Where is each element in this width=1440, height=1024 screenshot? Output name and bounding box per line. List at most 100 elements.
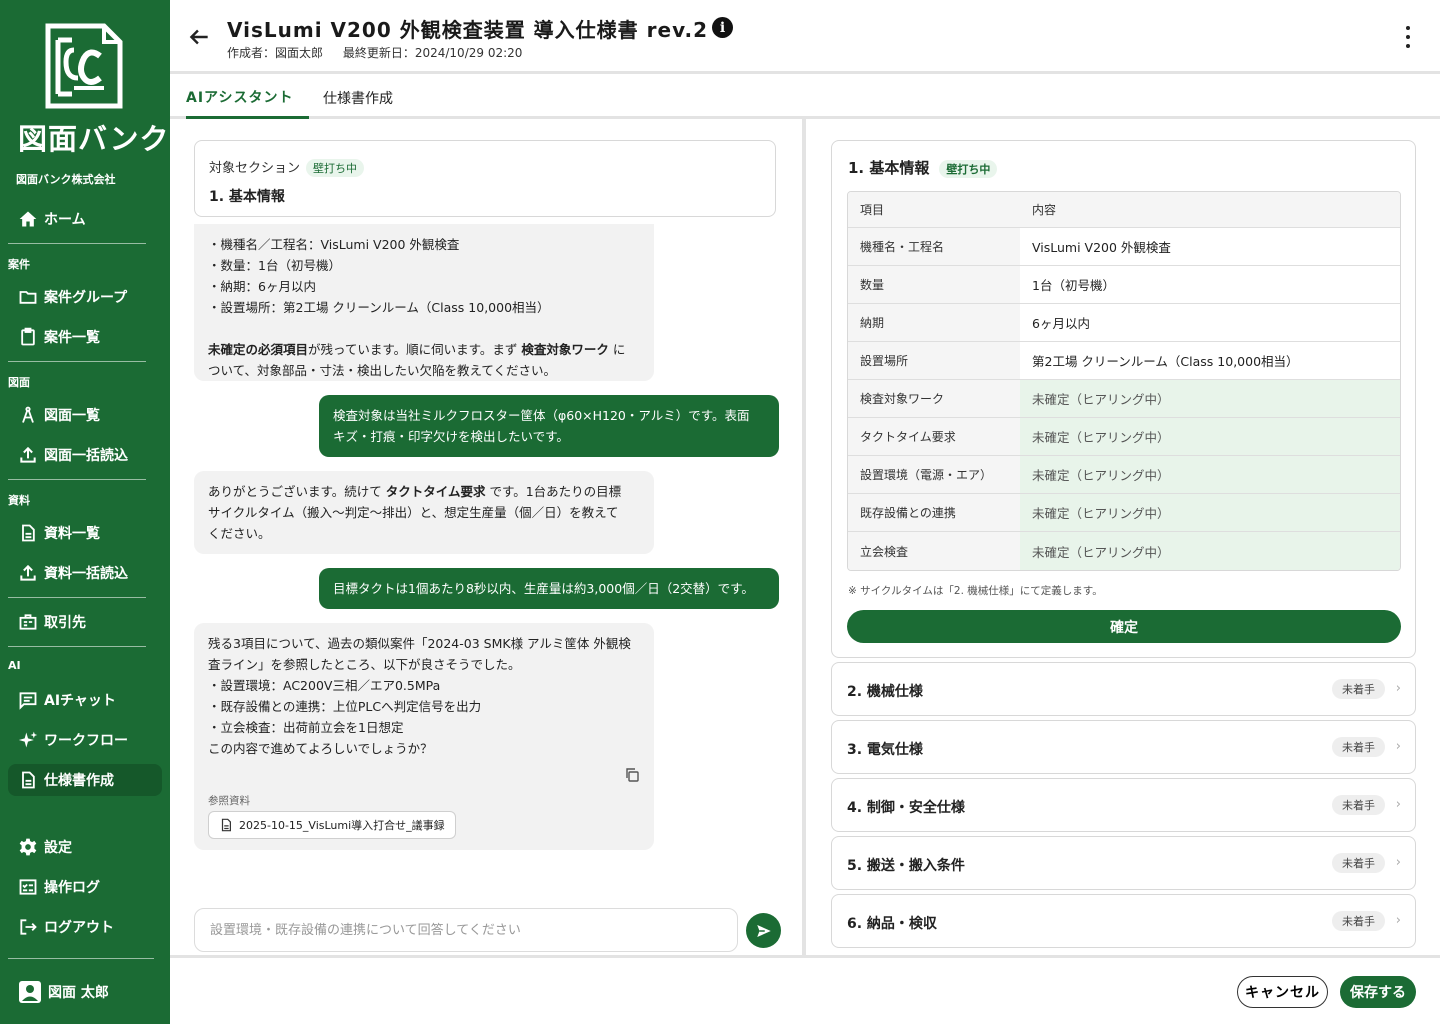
nav-ai-chat-label: AIチャット	[44, 693, 116, 709]
ai-message: 残る3項目について、過去の類似案件「2024-03 SMK様 アルミ筐体 外観検…	[194, 623, 654, 850]
pane-divider	[802, 119, 806, 957]
status-badge: 壁打ち中	[306, 159, 365, 177]
text: ありがとうございます。続けて	[208, 484, 386, 499]
nav-workflow-label: ワークフロー	[44, 733, 128, 749]
status-badge: 未着手	[1332, 795, 1385, 815]
user-menu[interactable]: 図面 太郎	[8, 976, 162, 1008]
table-row[interactable]: 立会検査 未確定（ヒアリング中）	[848, 532, 1400, 570]
message-line: ・設置場所：第2工場 クリーンルーム（Class 10,000相当）	[208, 300, 550, 315]
message-spacer	[208, 318, 640, 339]
row-value-pending: 未確定（ヒアリング中）	[1020, 380, 1400, 418]
section-name: 3. 電気仕様	[847, 742, 923, 758]
clipboard-icon	[18, 327, 38, 347]
nav-spec-create[interactable]: 仕様書作成	[8, 764, 162, 796]
emphasis: 未確定の必須項目	[208, 342, 309, 357]
section-name: 5. 搬送・搬入条件	[847, 858, 965, 874]
chevron-right-icon: ›	[1395, 739, 1401, 754]
spec-section-row[interactable]: 4. 制御・安全仕様 未着手 ›	[831, 778, 1416, 832]
nav-settings-label: 設定	[44, 840, 72, 856]
nav-workflow[interactable]: ワークフロー	[8, 724, 162, 756]
text: です。1台あたりの目標	[485, 484, 622, 499]
nav-project-list[interactable]: 案件一覧	[8, 321, 162, 353]
file-icon	[221, 818, 231, 832]
nav-project-groups-label: 案件グループ	[44, 290, 128, 306]
kebab-dot-icon	[1406, 44, 1410, 48]
spec-section-row[interactable]: 3. 電気仕様 未着手 ›	[831, 720, 1416, 774]
row-key: 納期	[848, 304, 1020, 342]
text: に	[608, 342, 626, 357]
spec-section-card: 1. 基本情報 壁打ち中 項目 内容 機種名・工程名 VisLumi V200 外観…	[831, 140, 1416, 658]
row-key: 設置場所	[848, 342, 1020, 380]
sparkle-icon	[18, 730, 38, 750]
back-button[interactable]	[186, 24, 212, 50]
table-header-row: 項目 内容	[848, 192, 1400, 228]
nav-material-bulk[interactable]: 資料一括読込	[8, 557, 162, 589]
arrow-left-icon	[189, 29, 208, 45]
nav-partners[interactable]: 取引先	[8, 606, 162, 638]
table-row[interactable]: 設置環境（電源・エア） 未確定（ヒアリング中）	[848, 456, 1400, 494]
nav-material-list-label: 資料一覧	[44, 526, 100, 542]
table-row[interactable]: 数量 1台（初号機）	[848, 266, 1400, 304]
nav-logout[interactable]: ログアウト	[8, 911, 162, 943]
nav-drawing-bulk-label: 図面一括読込	[44, 448, 128, 464]
column-header-content: 内容	[1020, 192, 1400, 228]
kebab-dot-icon	[1406, 35, 1410, 39]
status-badge: 未着手	[1332, 679, 1385, 699]
cancel-button[interactable]: キャンセル	[1237, 976, 1328, 1008]
spec-section-row[interactable]: 2. 機械仕様 未着手 ›	[831, 662, 1416, 716]
nav-ai-chat[interactable]: AIチャット	[8, 684, 162, 716]
table-row[interactable]: 既存設備との連携 未確定（ヒアリング中）	[848, 494, 1400, 532]
message-line: この内容で進めてよろしいでしょうか？	[208, 741, 433, 756]
row-value: VisLumi V200 外観検査	[1020, 228, 1400, 266]
message-line: 未確定の必須項目が残っています。順に伺います。まず 検査対象ワーク に	[208, 339, 640, 360]
nav-drawing-bulk[interactable]: 図面一括読込	[8, 439, 162, 471]
row-key: 数量	[848, 266, 1020, 304]
message-line: ・機種名／工程名：VisLumi V200 外観検査	[208, 237, 460, 252]
row-value-pending: 未確定（ヒアリング中）	[1020, 456, 1400, 494]
nav-divider	[8, 361, 146, 362]
row-key: 検査対象ワーク	[848, 380, 1020, 418]
spec-section-row[interactable]: 6. 納品・検収 未着手 ›	[831, 894, 1416, 948]
nav-settings[interactable]: 設定	[8, 831, 162, 863]
ai-message: ・機種名／工程名：VisLumi V200 外観検査 ・数量：1台（初号機） ・…	[194, 224, 654, 381]
tab-ai-assistant[interactable]: AIアシスタント	[186, 77, 310, 119]
nav-project-groups[interactable]: 案件グループ	[8, 281, 162, 313]
message-line: ・設置環境：AC200V三相／エア0.5MPa	[208, 678, 441, 693]
send-button[interactable]	[746, 913, 781, 948]
chat-input[interactable]	[194, 908, 738, 952]
logo-text: 図面バンク	[18, 122, 170, 156]
spec-table: 項目 内容 機種名・工程名 VisLumi V200 外観検査 数量 1台（初号機）…	[847, 191, 1401, 571]
table-row[interactable]: 設置場所 第2工場 クリーンルーム（Class 10,000相当）	[848, 342, 1400, 380]
nav-home[interactable]: ホーム	[8, 203, 162, 235]
tab-spec[interactable]: 仕様書作成	[323, 77, 393, 119]
reference-file-chip[interactable]: 2025-10-15_VisLumi導入打合せ_議事録	[208, 811, 456, 839]
nav-divider	[8, 243, 146, 244]
table-row[interactable]: 検査対象ワーク 未確定（ヒアリング中）	[848, 380, 1400, 418]
info-icon[interactable]: i	[712, 17, 733, 38]
more-menu-button[interactable]	[1398, 26, 1418, 48]
table-row[interactable]: 機種名・工程名 VisLumi V200 外観検査	[848, 228, 1400, 266]
confirm-button[interactable]: 確定	[847, 610, 1401, 643]
target-label-text: 対象セクション	[209, 161, 301, 176]
save-button[interactable]: 保存する	[1340, 976, 1416, 1008]
tab-bar: AIアシスタント 仕様書作成	[170, 77, 1440, 119]
author: 作成者：図面太郎	[227, 46, 324, 60]
table-row[interactable]: タクトタイム要求 未確定（ヒアリング中）	[848, 418, 1400, 456]
nav-oplog[interactable]: 操作ログ	[8, 871, 162, 903]
row-value-pending: 未確定（ヒアリング中）	[1020, 418, 1400, 456]
spec-section-row[interactable]: 5. 搬送・搬入条件 未着手 ›	[831, 836, 1416, 890]
row-key: 機種名・工程名	[848, 228, 1020, 266]
logout-icon	[18, 917, 38, 937]
nav-section-projects: 案件	[8, 258, 30, 271]
row-value: 6ヶ月以内	[1020, 304, 1400, 342]
nav-divider	[8, 958, 154, 959]
upload-icon	[18, 563, 38, 583]
copy-icon[interactable]	[624, 767, 640, 783]
upload-icon	[18, 445, 38, 465]
nav-drawing-list[interactable]: 図面一覧	[8, 399, 162, 431]
emphasis: タクトタイム要求	[385, 484, 486, 499]
table-row[interactable]: 納期 6ヶ月以内	[848, 304, 1400, 342]
nav-material-list[interactable]: 資料一覧	[8, 517, 162, 549]
row-key: タクトタイム要求	[848, 418, 1020, 456]
message-line: ください。	[208, 526, 271, 541]
